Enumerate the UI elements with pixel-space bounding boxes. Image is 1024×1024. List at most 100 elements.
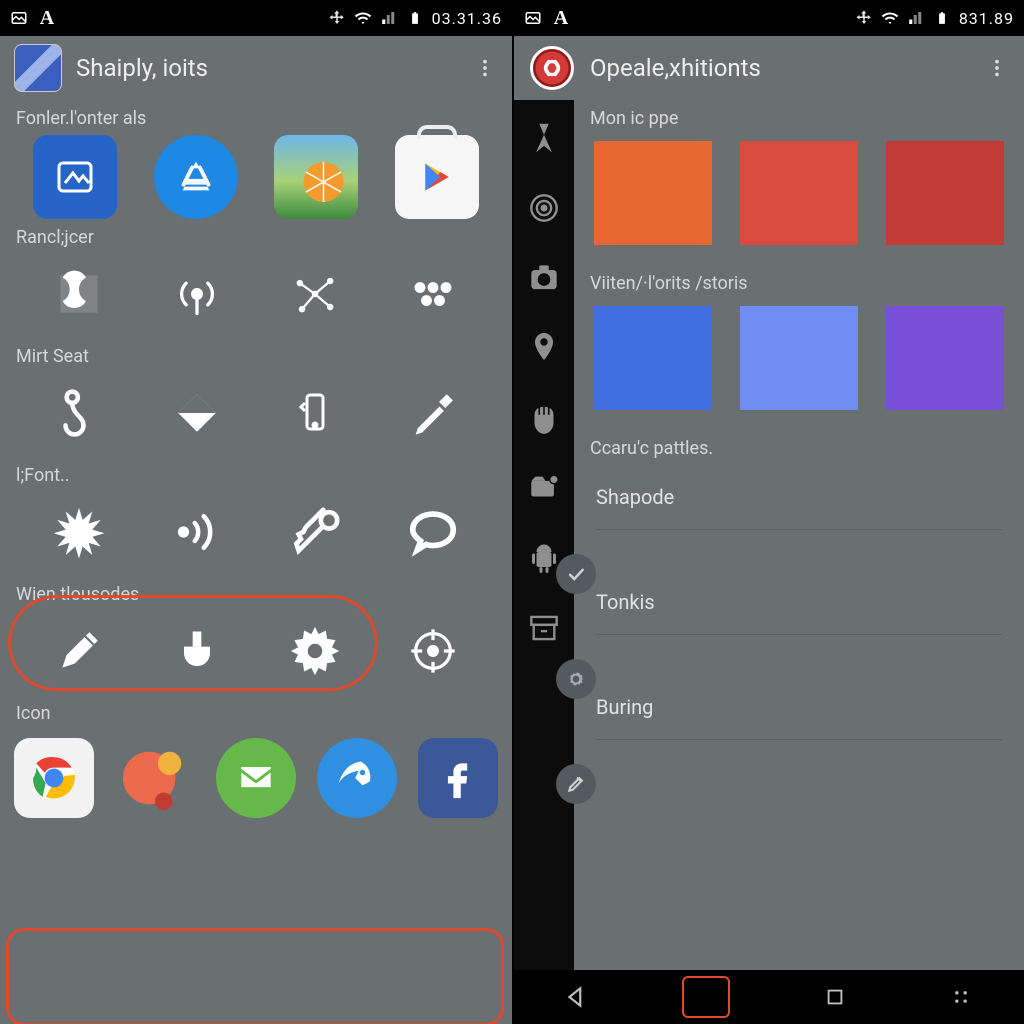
side-rail	[514, 100, 574, 970]
paint-bucket-icon[interactable]	[161, 615, 233, 687]
section-label-randjcer: Rancl;jcer	[0, 219, 512, 254]
status-time: 831.89	[959, 9, 1014, 28]
pin-icon[interactable]	[522, 326, 566, 370]
signal-icon	[380, 9, 398, 27]
gear-icon[interactable]	[279, 615, 351, 687]
app-grid-folder	[0, 135, 512, 219]
app-icon-playstore[interactable]	[395, 135, 479, 219]
status-bar: A 831.89	[514, 0, 1024, 36]
nav-recents-button[interactable]	[814, 976, 856, 1018]
right-main: Mon ic ppe Viiten/·l'orits /storis Ccaru…	[574, 100, 1024, 970]
sound-wave-icon[interactable]	[161, 496, 233, 568]
fist-icon[interactable]	[522, 396, 566, 440]
nav-menu-button[interactable]	[940, 976, 982, 1018]
section-label-font: l;Font..	[0, 457, 512, 492]
slider-knob-check-icon[interactable]	[556, 554, 596, 594]
pref-label: Tonkis	[596, 590, 655, 614]
app-icon-appstore[interactable]	[154, 135, 238, 219]
app-icon-chrome[interactable]	[14, 738, 94, 818]
color-swatch[interactable]	[740, 141, 858, 245]
status-bar: A 03.31.36	[0, 0, 512, 36]
section-label-wien: Wien tlousodes	[0, 576, 512, 611]
right-phone: A 831.89 Opeale,xhitionts	[512, 0, 1024, 1024]
ribbon-icon[interactable]	[522, 116, 566, 160]
slider-knob-pen-icon[interactable]	[556, 764, 596, 804]
dots-grid-icon[interactable]	[397, 258, 469, 330]
page-title: Shaiply, ioits	[76, 54, 460, 82]
app-logo-uk-icon[interactable]	[14, 44, 62, 92]
overflow-menu-button[interactable]	[474, 57, 498, 79]
stamp-icon[interactable]	[43, 258, 115, 330]
app-icon-facebook[interactable]	[418, 738, 498, 818]
picture-icon	[10, 9, 28, 27]
pref-label: Buring	[596, 695, 653, 719]
color-swatch[interactable]	[594, 141, 712, 245]
status-time: 03.31.36	[432, 9, 502, 28]
pref-row-buring[interactable]: Buring	[596, 675, 1002, 739]
nav-home-button[interactable]	[682, 976, 730, 1018]
pref-row-tonkis[interactable]: Tonkis	[596, 570, 1002, 634]
color-swatch[interactable]	[740, 306, 858, 410]
slider-knob-gear-icon[interactable]	[556, 659, 596, 699]
preferences-list: Shapode Tonkis Buring	[574, 465, 1024, 780]
picture-icon	[524, 9, 542, 27]
chat-bubble-icon[interactable]	[397, 496, 469, 568]
color-swatch[interactable]	[886, 141, 1004, 245]
app-icon-gallery[interactable]	[33, 135, 117, 219]
glyph-row-font	[0, 492, 512, 576]
phone-device-icon[interactable]	[279, 377, 351, 449]
hook-icon[interactable]	[43, 377, 115, 449]
key-icon[interactable]	[279, 496, 351, 568]
app-bar: Opeale,xhitionts	[514, 36, 1024, 100]
target-icon[interactable]	[522, 186, 566, 230]
swatch-row-2	[574, 300, 1024, 430]
section-label-icon: Icon	[0, 695, 512, 730]
pref-row-shapode[interactable]: Shapode	[596, 465, 1002, 529]
app-icon-dots-orange[interactable]	[115, 738, 195, 818]
nav-bar	[514, 970, 1024, 1024]
envelope-kite-icon[interactable]	[161, 377, 233, 449]
color-swatch[interactable]	[886, 306, 1004, 410]
archive-icon[interactable]	[522, 606, 566, 650]
nav-back-button[interactable]	[556, 976, 598, 1018]
overflow-menu-button[interactable]	[986, 57, 1010, 79]
left-content: Fonler.l'onter als Rancl;jcer Mirt Seat	[0, 100, 512, 1024]
app-icon-messages[interactable]	[216, 738, 296, 818]
color-swatch[interactable]	[594, 306, 712, 410]
wifi-icon	[881, 9, 899, 27]
font-a-icon: A	[38, 9, 56, 27]
dock-row	[0, 730, 512, 830]
app-logo-opera-icon[interactable]	[528, 44, 576, 92]
app-icon-orange[interactable]	[274, 135, 358, 219]
camera-icon[interactable]	[522, 256, 566, 300]
antenna-icon[interactable]	[161, 258, 233, 330]
battery-icon	[406, 9, 424, 27]
section-label-caruc: Ccaru'c pattles.	[574, 430, 1024, 465]
usb-debug-icon	[855, 9, 873, 27]
section-label-viten: Viiten/·l'orits /storis	[574, 265, 1024, 300]
glyph-row-mirt	[0, 373, 512, 457]
signal-icon	[907, 9, 925, 27]
page-title: Opeale,xhitionts	[590, 54, 972, 82]
glyph-row-wien	[0, 611, 512, 695]
crosshair-icon[interactable]	[397, 615, 469, 687]
usb-debug-icon	[328, 9, 346, 27]
battery-icon	[933, 9, 951, 27]
section-label-mon: Mon ic ppe	[574, 100, 1024, 135]
app-icon-rocket[interactable]	[317, 738, 397, 818]
pencil-icon[interactable]	[43, 615, 115, 687]
annotation-circle-dock-row	[6, 928, 504, 1024]
right-content: Mon ic ppe Viiten/·l'orits /storis Ccaru…	[514, 100, 1024, 970]
burst-icon[interactable]	[43, 496, 115, 568]
pref-label: Shapode	[596, 485, 674, 509]
left-phone: A 03.31.36 Shaiply, ioits Fonler.l'onter…	[0, 0, 512, 1024]
app-bar: Shaiply, ioits	[0, 36, 512, 100]
screwdriver-icon[interactable]	[397, 377, 469, 449]
glyph-row-randjcer	[0, 254, 512, 338]
swatch-row-1	[574, 135, 1024, 265]
network-nodes-icon[interactable]	[279, 258, 351, 330]
folder-badge-icon[interactable]	[522, 466, 566, 510]
font-a-icon: A	[552, 9, 570, 27]
section-label-mirt: Mirt Seat	[0, 338, 512, 373]
wifi-icon	[354, 9, 372, 27]
